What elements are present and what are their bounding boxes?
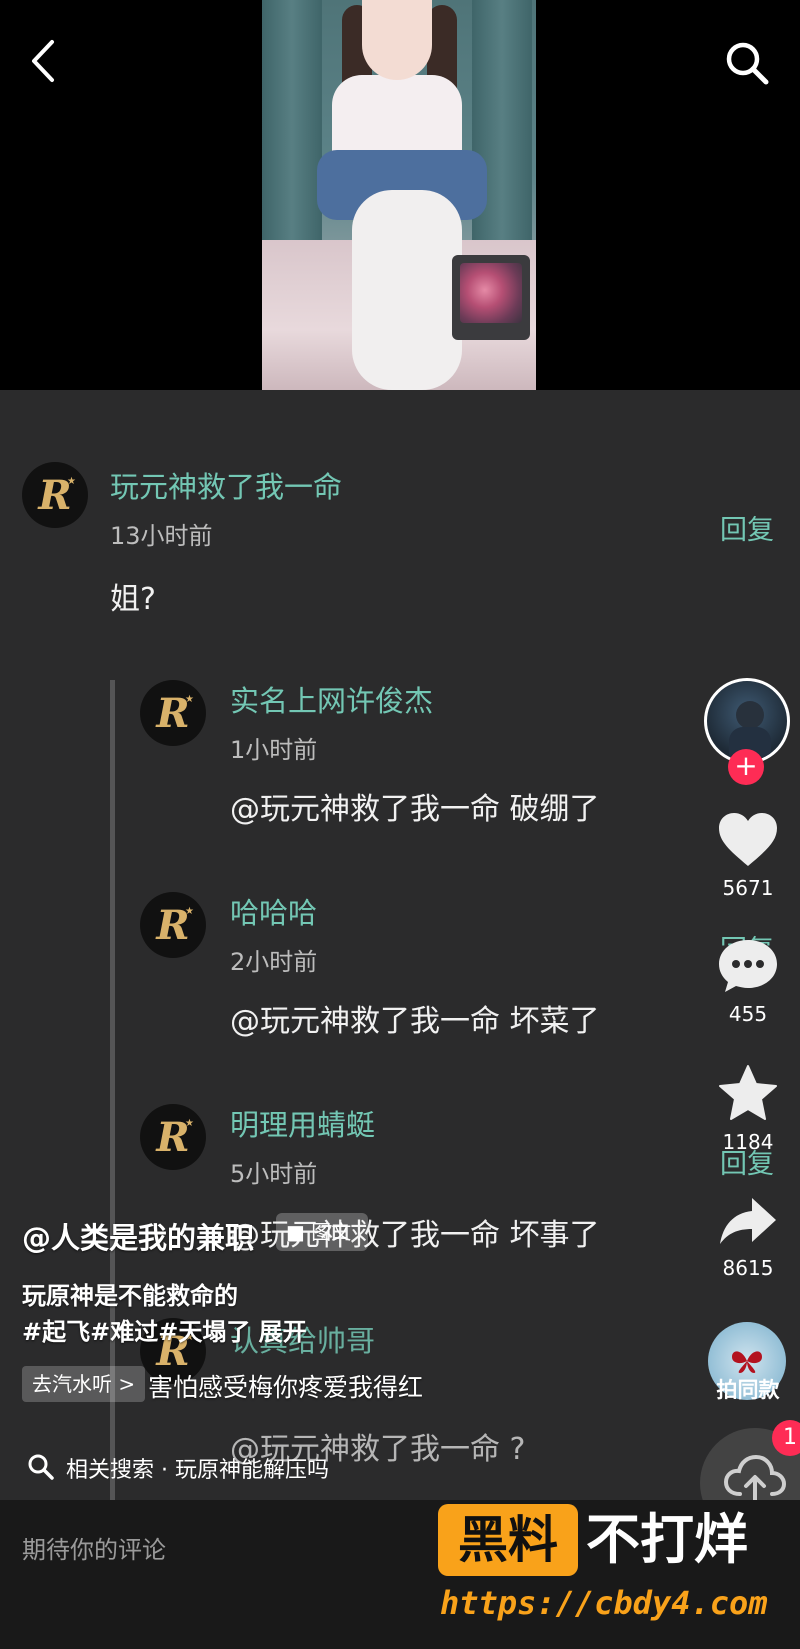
reply-avatar[interactable]: R ★ (140, 1104, 206, 1170)
star-icon (719, 1065, 777, 1120)
reply-time: 5小时前 (230, 1160, 318, 1188)
like-count: 5671 (722, 876, 774, 900)
follow-button[interactable]: + (728, 749, 764, 785)
comment-count: 455 (728, 1002, 768, 1026)
tablet-device (452, 255, 530, 340)
reply-username[interactable]: 明理用蜻蜓 (230, 1102, 375, 1144)
favorite-count: 1184 (722, 1130, 774, 1154)
comment-button[interactable]: 455 (712, 938, 784, 1026)
comment-username[interactable]: 玩元神救了我一命 (110, 464, 342, 506)
open-music-app-button[interactable]: 去汽水听 > (22, 1366, 146, 1402)
butterfly-icon (732, 1351, 762, 1373)
search-small-icon (28, 1454, 54, 1480)
same-style-label[interactable]: 拍同款 (700, 1374, 796, 1404)
video-caption: 玩原神是不能救命的 (22, 1282, 238, 1310)
reply-text: @玩元神救了我一命 破绷了 (230, 792, 600, 827)
reply-username[interactable]: 哈哈哈 (230, 890, 317, 932)
reply-avatar[interactable]: R ★ (140, 680, 206, 746)
site-watermark: 黑料 不打烊 https://cbdy4.com (438, 1500, 800, 1649)
comment-bubble-icon (719, 940, 777, 992)
watermark-text: 不打烊 (586, 1508, 748, 1571)
reply-text: @玩元神救了我一命 坏菜了 (230, 1004, 600, 1039)
heart-icon (719, 813, 777, 866)
reply-button[interactable]: 回复 (720, 508, 774, 547)
reply-time: 1小时前 (230, 736, 318, 764)
video-preview[interactable] (262, 0, 536, 390)
search-icon (726, 42, 769, 85)
favorite-button[interactable]: 1184 (712, 1064, 784, 1154)
share-button[interactable]: 8615 (712, 1196, 784, 1280)
back-arrow-icon (32, 40, 54, 82)
back-button[interactable] (22, 36, 66, 86)
comment-input[interactable] (22, 1528, 402, 1572)
music-title[interactable]: 害怕感受梅你疼爱我得红 (148, 1368, 423, 1404)
related-search-text: 相关搜索 · 玩原神能解压吗 (66, 1458, 329, 1483)
comment-time: 13小时前 (110, 522, 213, 550)
comment-text: 姐? (110, 582, 156, 617)
upload-badge: 1 (772, 1420, 800, 1456)
comment-avatar[interactable]: R ★ (22, 462, 88, 528)
video-area[interactable] (0, 0, 800, 390)
share-arrow-icon (720, 1198, 776, 1244)
image-text-tag: ■ 图文 (276, 1213, 368, 1251)
watermark-badge: 黑料 (438, 1504, 578, 1576)
reply-time: 2小时前 (230, 948, 318, 976)
video-hashtags[interactable]: #起飞#难过#天塌了 展开 (22, 1312, 307, 1347)
share-count: 8615 (722, 1256, 774, 1280)
reply-username[interactable]: 实名上网许俊杰 (230, 678, 433, 720)
reply-avatar[interactable]: R ★ (140, 892, 206, 958)
like-button[interactable]: 5671 (712, 812, 784, 900)
watermark-url: https://cbdy4.com (440, 1584, 768, 1622)
video-author[interactable]: @人类是我的兼职 (22, 1215, 254, 1257)
search-button[interactable] (720, 36, 776, 92)
